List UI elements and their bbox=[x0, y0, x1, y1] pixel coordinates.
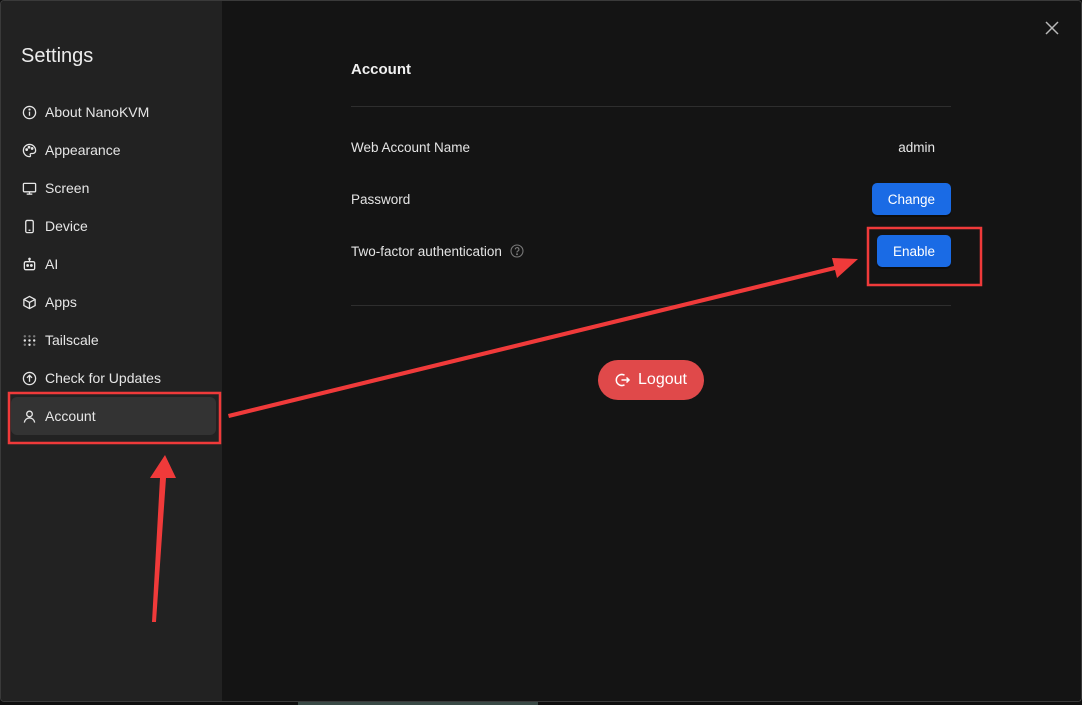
sidebar-item-label: About NanoKVM bbox=[45, 104, 150, 120]
sidebar-item-apps[interactable]: Apps bbox=[11, 283, 216, 321]
settings-modal: Settings About NanoKVM Appearance Screen bbox=[0, 0, 1082, 702]
info-icon bbox=[21, 104, 37, 120]
monitor-icon bbox=[21, 180, 37, 196]
close-icon bbox=[1045, 20, 1059, 40]
sidebar-title: Settings bbox=[21, 45, 94, 67]
enable-two-factor-button[interactable]: Enable bbox=[876, 235, 951, 267]
logout-button[interactable]: Logout bbox=[598, 360, 704, 400]
user-icon bbox=[21, 408, 37, 424]
account-section: Account Web Account Name admin Password … bbox=[351, 61, 951, 306]
sidebar-item-tailscale[interactable]: Tailscale bbox=[11, 321, 216, 359]
password-label: Password bbox=[351, 191, 411, 207]
phone-icon bbox=[21, 218, 37, 234]
cube-icon bbox=[21, 294, 37, 310]
close-button[interactable] bbox=[1043, 20, 1061, 40]
two-factor-label: Two-factor authentication bbox=[351, 243, 502, 259]
logout-icon bbox=[615, 373, 631, 387]
two-factor-label-group: Two-factor authentication bbox=[351, 244, 524, 259]
section-title: Account bbox=[351, 61, 411, 78]
sidebar-item-label: AI bbox=[45, 256, 59, 272]
sidebar-item-label: Check for Updates bbox=[45, 370, 161, 386]
divider bbox=[351, 305, 951, 306]
sidebar-item-ai[interactable]: AI bbox=[11, 245, 216, 283]
web-account-name-row: Web Account Name admin bbox=[351, 121, 951, 173]
web-account-name-value: admin bbox=[898, 139, 935, 155]
sidebar-item-about[interactable]: About NanoKVM bbox=[11, 93, 216, 131]
settings-sidebar: Settings About NanoKVM Appearance Screen bbox=[1, 1, 222, 701]
sidebar-item-screen[interactable]: Screen bbox=[11, 169, 216, 207]
sidebar-item-label: Device bbox=[45, 218, 88, 234]
dots-grid-icon bbox=[21, 332, 37, 348]
sidebar-item-label: Tailscale bbox=[45, 332, 99, 348]
arrow-up-circle-icon bbox=[21, 370, 37, 386]
settings-main: Account Web Account Name admin Password … bbox=[222, 1, 1081, 701]
palette-icon bbox=[21, 142, 37, 158]
sidebar-item-check-updates[interactable]: Check for Updates bbox=[11, 359, 216, 397]
robot-icon bbox=[21, 256, 37, 272]
sidebar-item-label: Screen bbox=[45, 180, 90, 196]
two-factor-row: Two-factor authentication Enable bbox=[351, 225, 951, 277]
sidebar-item-label: Appearance bbox=[45, 142, 121, 158]
settings-menu: About NanoKVM Appearance Screen Device A… bbox=[11, 93, 216, 435]
sidebar-item-device[interactable]: Device bbox=[11, 207, 216, 245]
change-password-button[interactable]: Change bbox=[871, 183, 951, 215]
sidebar-item-label: Apps bbox=[45, 294, 77, 310]
sidebar-item-appearance[interactable]: Appearance bbox=[11, 131, 216, 169]
password-row: Password Change bbox=[351, 173, 951, 225]
question-circle-icon[interactable] bbox=[510, 244, 524, 258]
logout-label: Logout bbox=[638, 371, 687, 388]
web-account-name-label: Web Account Name bbox=[351, 139, 471, 155]
sidebar-item-account[interactable]: Account bbox=[11, 397, 216, 435]
sidebar-item-label: Account bbox=[45, 408, 96, 424]
